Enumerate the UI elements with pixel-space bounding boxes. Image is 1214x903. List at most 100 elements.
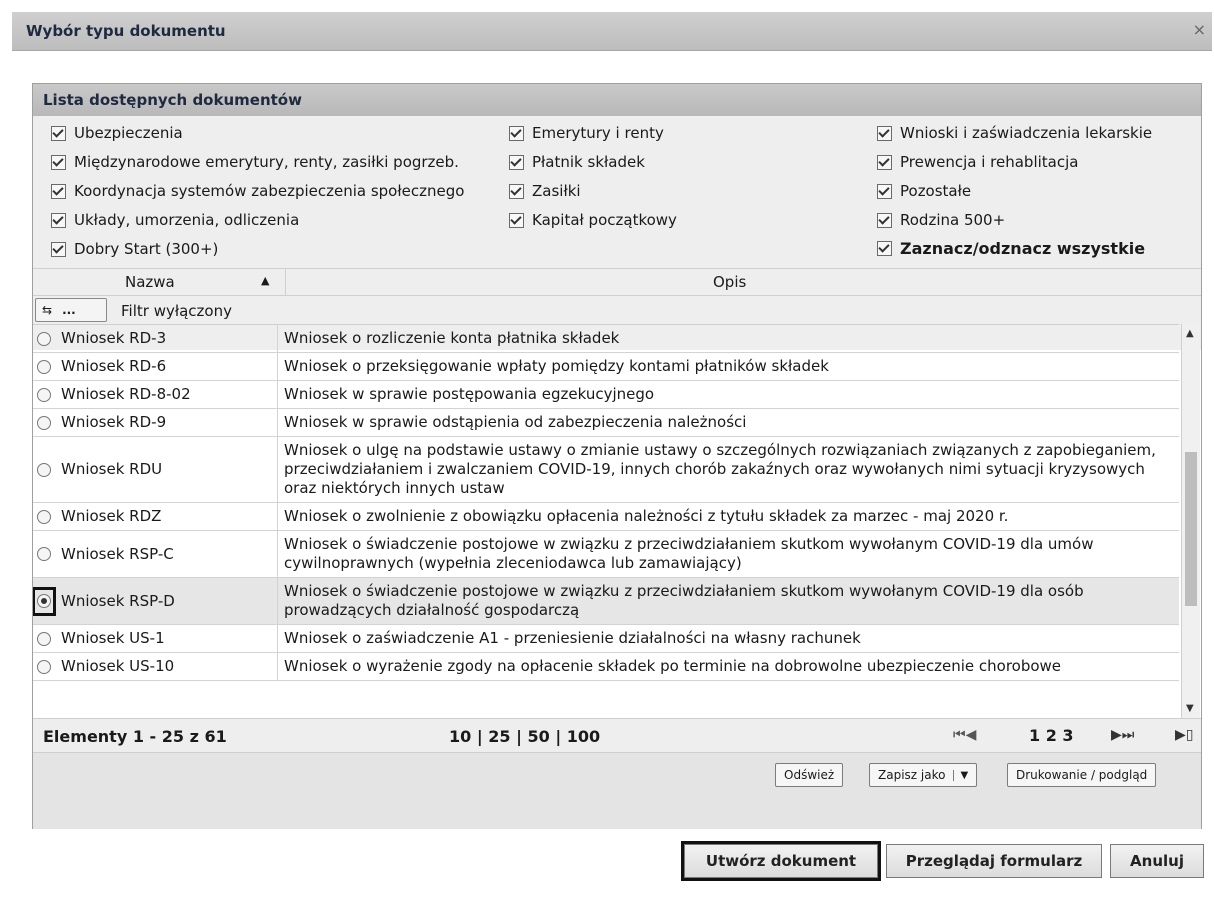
row-name: Wniosek US-1 xyxy=(55,624,278,653)
filter-platnik[interactable]: Płatnik składek xyxy=(509,153,645,171)
row-radio-cell[interactable] xyxy=(33,502,55,531)
checkbox-checked-icon[interactable] xyxy=(51,125,66,141)
checkbox-checked-icon[interactable] xyxy=(51,212,66,228)
table-row[interactable]: Wniosek RSP-C Wniosek o świadczenie posto… xyxy=(33,530,1179,578)
scroll-thumb[interactable] xyxy=(1185,452,1197,606)
row-radio-wrapper[interactable] xyxy=(37,460,51,478)
checkbox-checked-icon[interactable] xyxy=(877,125,892,141)
close-icon[interactable]: × xyxy=(1193,20,1206,39)
radio-icon[interactable] xyxy=(37,359,51,374)
cancel-button[interactable]: Anuluj xyxy=(1110,844,1204,878)
item-count: Elementy 1 - 25 z 61 xyxy=(43,727,227,746)
column-header-desc[interactable]: Opis xyxy=(713,273,746,291)
row-radio-cell[interactable] xyxy=(33,577,56,625)
radio-icon[interactable] xyxy=(37,659,51,674)
create-document-button[interactable]: Utwórz dokument xyxy=(681,841,881,881)
radio-icon[interactable] xyxy=(37,387,51,402)
row-radio-wrapper[interactable] xyxy=(37,385,51,403)
category-filters: Ubezpieczenia Międzynarodowe emerytury, … xyxy=(33,116,1201,350)
radio-icon[interactable] xyxy=(37,415,51,430)
row-radio-wrapper[interactable] xyxy=(37,329,51,347)
checkbox-checked-icon[interactable] xyxy=(877,212,892,228)
radio-icon[interactable] xyxy=(37,331,51,346)
radio-icon[interactable] xyxy=(37,547,51,561)
browse-form-button[interactable]: Przeglądaj formularz xyxy=(886,844,1102,878)
radio-icon[interactable] xyxy=(37,462,51,477)
table-row[interactable]: Wniosek US-10 Wniosek o wyrażenie zgody n… xyxy=(33,652,1179,681)
row-radio-cell[interactable] xyxy=(33,436,55,503)
table-row[interactable]: Wniosek RDZ Wniosek o zwolnienie z obowią… xyxy=(33,502,1179,531)
row-radio-cell[interactable] xyxy=(33,380,55,409)
table-row[interactable]: Wniosek US-1 Wniosek o zaświadczenie A1 -… xyxy=(33,624,1179,653)
checkbox-checked-icon[interactable] xyxy=(509,125,524,141)
row-radio-wrapper[interactable] xyxy=(37,413,51,431)
table-row[interactable]: Wniosek RD-6 Wniosek o przeksięgowanie wp… xyxy=(33,352,1179,381)
filter-bar: ⇆ ... Filtr wyłączony xyxy=(33,296,1201,324)
document-list-panel: Lista dostępnych dokumentów Ubezpieczeni… xyxy=(32,83,1202,829)
row-name: Wniosek RDZ xyxy=(55,502,278,531)
table-row[interactable]: Wniosek RD-3 Wniosek o rozliczenie konta … xyxy=(33,325,1179,353)
pager: Elementy 1 - 25 z 61 10 | 25 | 50 | 100 … xyxy=(33,718,1201,753)
row-radio-wrapper[interactable] xyxy=(37,629,51,647)
filter-pozostale[interactable]: Pozostałe xyxy=(877,182,971,200)
scroll-up-icon[interactable]: ▲ xyxy=(1186,328,1194,339)
row-radio-wrapper[interactable] xyxy=(37,545,51,563)
row-radio-cell[interactable] xyxy=(33,652,55,681)
table-row[interactable]: Wniosek RSP-D Wniosek o świadczenie posto… xyxy=(33,577,1179,625)
filter-wnioski-lekarskie[interactable]: Wnioski i zaświadczenia lekarskie xyxy=(877,124,1152,142)
next-last-page-icon[interactable]: ▶⏭ xyxy=(1111,727,1134,743)
filter-kapital[interactable]: Kapitał początkowy xyxy=(509,211,677,229)
checkbox-checked-icon[interactable] xyxy=(877,241,892,256)
filter-button[interactable]: ⇆ ... xyxy=(35,298,107,322)
checkbox-checked-icon[interactable] xyxy=(509,212,524,228)
checkbox-checked-icon[interactable] xyxy=(509,154,524,170)
column-header-name[interactable]: Nazwa xyxy=(125,273,175,291)
row-radio-cell[interactable] xyxy=(33,325,55,353)
filter-toggle-all[interactable]: Zaznacz/odznacz wszystkie xyxy=(877,239,1145,258)
table-row[interactable]: Wniosek RD-8-02 Wniosek w sprawie postępo… xyxy=(33,380,1179,409)
checkbox-checked-icon[interactable] xyxy=(877,183,892,199)
sort-ascending-icon[interactable]: ▲ xyxy=(261,274,269,287)
table-row[interactable]: Wniosek RDU Wniosek o ulgę na podstawie u… xyxy=(33,436,1179,503)
refresh-button[interactable]: Odśwież xyxy=(775,763,844,787)
row-radio-cell[interactable] xyxy=(33,408,55,437)
filter-zasilki[interactable]: Zasiłki xyxy=(509,182,581,200)
row-radio-wrapper[interactable] xyxy=(37,657,51,675)
radio-icon[interactable] xyxy=(37,509,51,524)
radio-icon[interactable] xyxy=(37,631,51,646)
row-radio-wrapper[interactable] xyxy=(37,357,51,375)
filter-miedzynarodowe[interactable]: Międzynarodowe emerytury, renty, zasiłki… xyxy=(51,153,459,171)
print-preview-button[interactable]: Drukowanie / podgląd xyxy=(1007,763,1157,787)
filter-prewencja[interactable]: Prewencja i rehablitacja xyxy=(877,153,1078,171)
checkbox-checked-icon[interactable] xyxy=(51,183,66,199)
checkbox-checked-icon[interactable] xyxy=(51,241,66,257)
row-description: Wniosek o wyrażenie zgody na opłacenie s… xyxy=(277,652,1179,681)
row-radio-cell[interactable] xyxy=(33,624,55,653)
page-numbers[interactable]: 1 2 3 xyxy=(1029,726,1074,745)
expand-pager-icon[interactable]: ▶▯ xyxy=(1175,727,1193,743)
filter-icon: ⇆ xyxy=(42,303,53,317)
radio-selected-icon[interactable] xyxy=(37,594,51,608)
row-description: Wniosek o zaświadczenie A1 - przeniesien… xyxy=(277,624,1179,653)
row-radio-wrapper[interactable] xyxy=(37,507,51,525)
chevron-down-icon[interactable]: ▼ xyxy=(953,769,968,781)
filter-uklady[interactable]: Układy, umorzenia, odliczenia xyxy=(51,211,299,229)
filter-dobry-start[interactable]: Dobry Start (300+) xyxy=(51,240,218,258)
scroll-down-icon[interactable]: ▼ xyxy=(1186,703,1194,714)
row-radio-cell[interactable] xyxy=(33,352,55,381)
checkbox-checked-icon[interactable] xyxy=(51,154,66,170)
row-radio-wrapper[interactable] xyxy=(33,586,56,616)
first-prev-page-icon[interactable]: ⏮◀ xyxy=(953,727,976,743)
row-description: Wniosek w sprawie odstąpienia od zabezpi… xyxy=(277,408,1179,437)
save-as-button[interactable]: Zapisz jako ▼ xyxy=(869,763,978,787)
filter-rodzina[interactable]: Rodzina 500+ xyxy=(877,211,1005,229)
page-size-selector[interactable]: 10 | 25 | 50 | 100 xyxy=(449,727,600,746)
checkbox-checked-icon[interactable] xyxy=(877,154,892,170)
filter-emerytury[interactable]: Emerytury i renty xyxy=(509,124,664,142)
filter-koordynacja[interactable]: Koordynacja systemów zabezpieczenia społ… xyxy=(51,182,464,200)
checkbox-checked-icon[interactable] xyxy=(509,183,524,199)
table-row[interactable]: Wniosek RD-9 Wniosek w sprawie odstąpieni… xyxy=(33,408,1179,437)
filter-ubezpieczenia[interactable]: Ubezpieczenia xyxy=(51,124,183,142)
row-radio-cell[interactable] xyxy=(33,530,55,578)
table-scrollbar[interactable]: ▲ ▼ xyxy=(1181,324,1200,718)
